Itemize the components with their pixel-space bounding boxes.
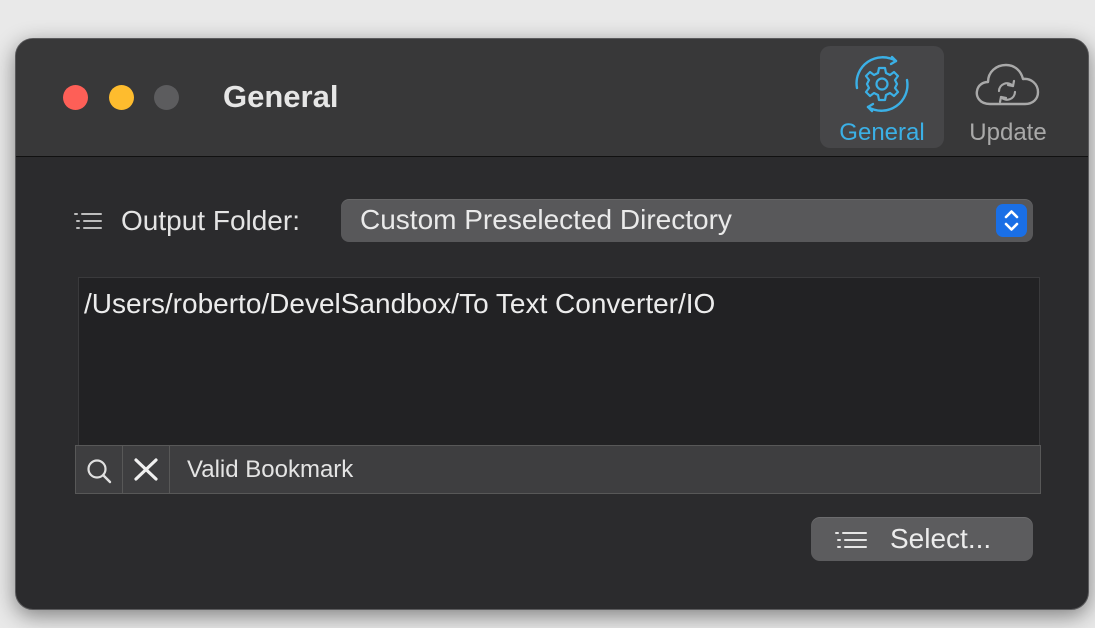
minimize-window-button[interactable] bbox=[109, 85, 134, 110]
toolbar-tab-update[interactable]: Update bbox=[946, 46, 1070, 148]
magnifier-icon bbox=[76, 446, 122, 493]
gear-refresh-icon bbox=[820, 52, 944, 116]
toolbar-tab-general[interactable]: General bbox=[820, 46, 944, 148]
chevron-up-down-icon bbox=[996, 204, 1027, 237]
output-folder-dropdown[interactable]: Custom Preselected Directory bbox=[341, 199, 1033, 242]
output-folder-label: Output Folder: bbox=[121, 205, 300, 237]
cloud-sync-icon bbox=[946, 52, 1070, 116]
bookmark-status: Valid Bookmark bbox=[187, 456, 353, 484]
title-bar: General General bbox=[16, 39, 1088, 157]
bookmark-bar: Valid Bookmark bbox=[75, 445, 1041, 494]
zoom-window-button[interactable] bbox=[154, 85, 179, 110]
output-path-text: /Users/roberto/DevelSandbox/To Text Conv… bbox=[84, 288, 715, 320]
preferences-window: General General bbox=[15, 38, 1089, 610]
close-window-button[interactable] bbox=[63, 85, 88, 110]
output-folder-selected-value: Custom Preselected Directory bbox=[360, 204, 732, 236]
select-button[interactable]: Select... bbox=[811, 517, 1033, 561]
reveal-path-button[interactable] bbox=[76, 446, 123, 493]
clear-path-button[interactable] bbox=[123, 446, 170, 493]
select-button-label: Select... bbox=[890, 523, 991, 555]
window-title: General bbox=[223, 79, 338, 115]
output-path-field[interactable]: /Users/roberto/DevelSandbox/To Text Conv… bbox=[78, 277, 1040, 447]
list-icon bbox=[834, 530, 868, 555]
list-icon bbox=[73, 211, 103, 236]
close-icon bbox=[123, 446, 169, 493]
toolbar-tab-general-label: General bbox=[820, 119, 944, 147]
toolbar-tab-update-label: Update bbox=[946, 119, 1070, 147]
